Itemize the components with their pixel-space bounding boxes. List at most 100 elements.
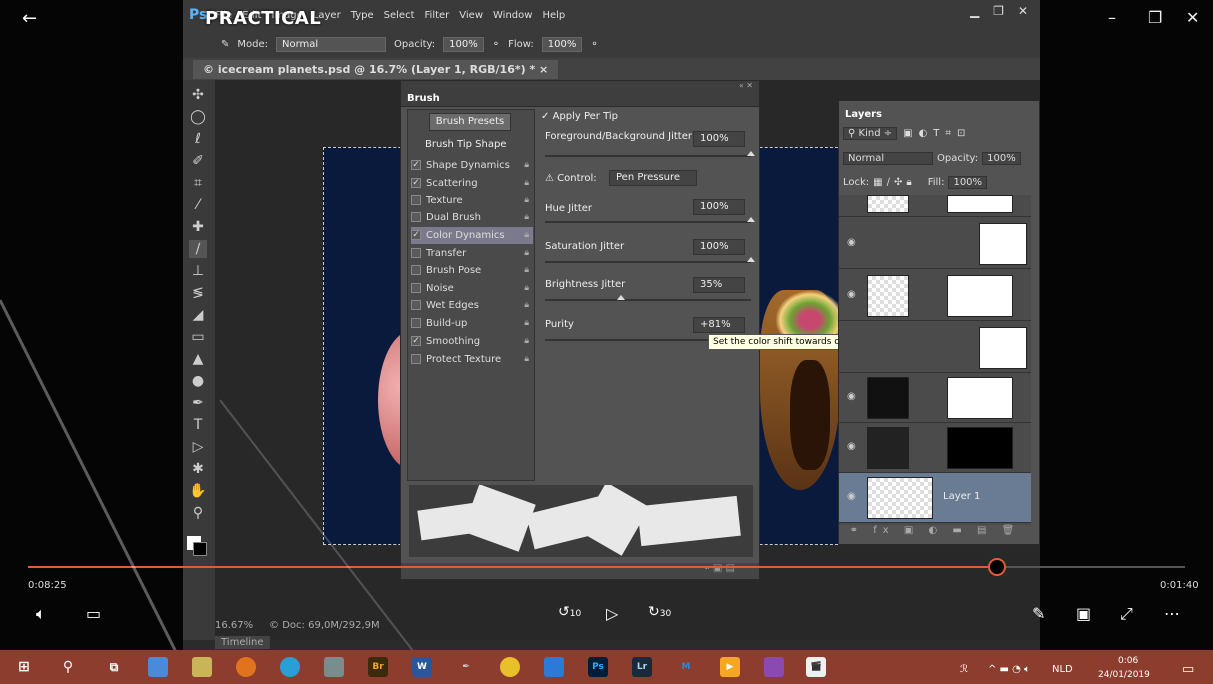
option-color-dynamics[interactable]: ✓ Color Dynamics 🔒︎ [411,227,533,244]
layer-row-active[interactable]: ◉ Layer 1 [839,473,1031,523]
healing-brush-icon[interactable]: ✚ [189,218,207,236]
lock-icon[interactable]: 🔒︎ [524,262,529,279]
lock-position-icon[interactable]: ✣ [894,177,902,188]
tray-icons[interactable]: ^ ▬ ◔ 🔈︎ [988,664,1030,675]
lock-paint-icon[interactable]: ∕ [887,177,890,188]
visibility-eye-icon[interactable]: ◉ [847,391,856,402]
layer-row[interactable]: ◉ [839,423,1031,473]
app-icon[interactable] [324,657,344,677]
checkbox[interactable] [411,265,421,275]
option-wet-edges[interactable]: Wet Edges 🔒︎ [411,297,533,314]
lock-icon[interactable]: 🔒︎ [524,157,529,174]
menu-select[interactable]: Select [384,10,415,21]
slider-thumb[interactable] [747,257,755,262]
filter-pixel-icon[interactable]: ▣ [903,128,912,139]
brush-tool-active-icon[interactable]: ∕ [189,240,207,258]
visibility-eye-icon[interactable]: ◉ [847,289,856,300]
lock-icon[interactable]: 🔒︎ [524,333,529,350]
filter-shape-icon[interactable]: ⌗ [945,128,951,139]
volume-icon[interactable]: 🔈︎ [36,604,46,624]
checkbox[interactable] [411,354,421,364]
option-texture[interactable]: Texture 🔒︎ [411,192,533,209]
checkbox[interactable]: ✓ [411,160,421,170]
type-tool-icon[interactable]: T [189,416,207,434]
notifications-icon[interactable]: ▭ [1182,662,1194,677]
clock-time[interactable]: 0:06 [1118,656,1138,666]
checkbox[interactable]: ✓ [411,336,421,346]
layer-row[interactable]: ◉ [839,219,1031,269]
store-icon[interactable] [192,657,212,677]
play-icon[interactable]: ▷ [606,604,618,623]
layer-row[interactable] [839,195,1031,217]
lock-icon[interactable]: 🔒︎ [524,245,529,262]
app3-icon[interactable] [764,657,784,677]
pen-app-icon[interactable]: ✒ [456,657,476,677]
menu-help[interactable]: Help [542,10,565,21]
word-icon[interactable]: W [412,657,432,677]
checkbox[interactable] [411,283,421,293]
option-brush-pose[interactable]: Brush Pose 🔒︎ [411,262,533,279]
lock-icon[interactable]: 🔒︎ [524,315,529,332]
fg-bg-jitter-slider[interactable] [545,151,755,157]
control-select[interactable]: Pen Pressure [609,170,697,186]
mini-view-icon[interactable]: ▣ [1076,604,1091,623]
movies-tv-icon[interactable]: 🎬︎ [806,657,826,677]
menu-filter[interactable]: Filter [425,10,450,21]
move-tool-icon[interactable]: ✣ [189,86,207,104]
gradient-tool-icon[interactable]: ▭ [189,328,207,346]
fill-input[interactable]: 100% [948,175,988,189]
dodge-tool-icon[interactable]: ● [189,372,207,390]
checkbox[interactable] [411,212,421,222]
background-color-swatch[interactable] [193,542,207,556]
captions-icon[interactable]: ▭ [86,604,101,623]
hue-jitter-slider[interactable] [545,217,755,223]
layers-footer-icons[interactable]: ⚭ fx ▣ ◐ ▬ ▤ 🗑︎ [839,525,1031,543]
hand-tool-icon[interactable]: ✋ [189,482,207,500]
slider-thumb[interactable] [747,217,755,222]
path-select-icon[interactable]: ▷ [189,438,207,456]
filter-adjust-icon[interactable]: ◐ [919,128,928,139]
mode-select[interactable]: Normal [276,36,387,52]
language-indicator[interactable]: NLD [1052,664,1073,675]
history-brush-icon[interactable]: ≶ [189,284,207,302]
file-explorer-icon[interactable] [148,657,168,677]
apply-per-tip-checkbox[interactable]: ✓ Apply Per Tip [541,111,618,122]
photoshop-icon[interactable]: Ps [588,657,608,677]
lasso-tool-icon[interactable]: ℓ [189,130,207,148]
lock-pixels-icon[interactable]: ▦ [873,177,882,188]
saturation-jitter-input[interactable]: 100% [693,239,745,255]
menu-view[interactable]: View [459,10,483,21]
lock-icon[interactable]: 🔒︎ [524,209,529,226]
stamp-tool-icon[interactable]: ⊥ [189,262,207,280]
windows-start-icon[interactable]: ⊞ [14,657,34,677]
blur-tool-icon[interactable]: ▲ [189,350,207,368]
brush-presets-button[interactable]: Brush Presets [429,113,511,131]
doc-tab[interactable]: © icecream planets.psd @ 16.7% (Layer 1,… [193,59,559,79]
flow-input[interactable]: 100% [541,36,583,52]
close-icon[interactable]: ✕ [1186,8,1199,27]
teamviewer-icon[interactable] [280,657,300,677]
airbrush-icon[interactable]: ⚬ [590,39,598,50]
lock-icon[interactable]: 🔒︎ [524,175,529,192]
filter-smart-icon[interactable]: ⊡ [957,128,965,139]
visibility-eye-icon[interactable]: ◉ [847,441,856,452]
blend-mode-select[interactable]: Normal [843,151,933,165]
lightroom-icon[interactable]: Lr [632,657,652,677]
ps-minimize-icon[interactable]: ▁ [970,4,979,18]
shape-tool-icon[interactable]: ✱ [189,460,207,478]
option-protect-texture[interactable]: Protect Texture 🔒︎ [411,351,533,368]
more-icon[interactable]: ⋯ [1164,604,1180,623]
layer-name[interactable]: Layer 1 [943,491,980,502]
option-smoothing[interactable]: ✓ Smoothing 🔒︎ [411,333,533,350]
lock-icon[interactable]: 🔒︎ [524,297,529,314]
lock-icon[interactable]: 🔒︎ [524,351,529,368]
crop-tool-icon[interactable]: ⌗ [189,174,207,192]
clock-date[interactable]: 24/01/2019 [1098,670,1150,680]
option-noise[interactable]: Noise 🔒︎ [411,280,533,297]
skip-back-button[interactable]: ↺10 [558,604,581,620]
layer-opacity-input[interactable]: 100% [982,151,1021,165]
visibility-eye-icon[interactable]: ◉ [847,491,856,502]
progress-knob[interactable] [988,558,1006,576]
task-view-icon[interactable]: ⧉ [104,657,124,677]
eraser-tool-icon[interactable]: ◢ [189,306,207,324]
